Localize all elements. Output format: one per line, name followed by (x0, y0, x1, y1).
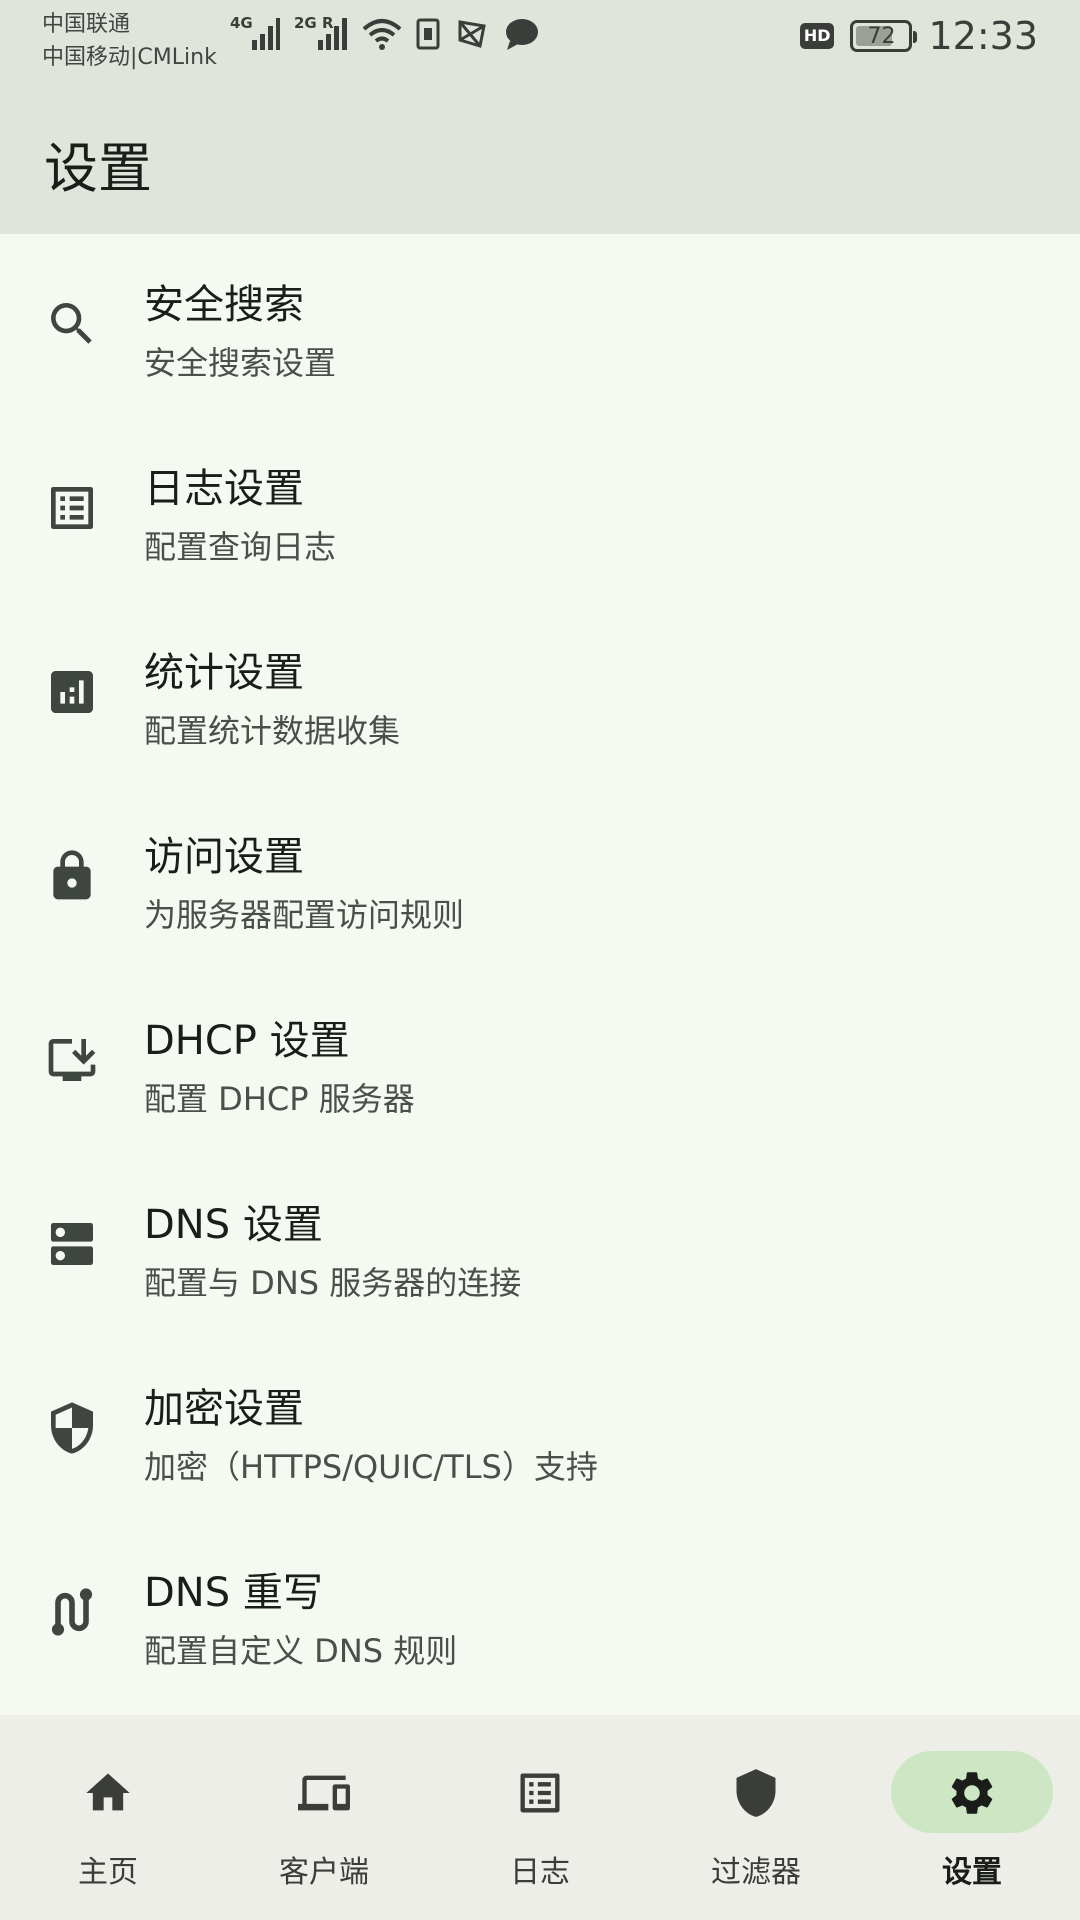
lock-icon (44, 848, 100, 904)
nav-item-settings[interactable]: 设置 (864, 1715, 1080, 1920)
status-icons: 4G 2G R (230, 14, 540, 54)
nav-item-logs[interactable]: 日志 (432, 1715, 648, 1920)
nav-label: 主页 (78, 1855, 138, 1890)
settings-item-dns[interactable]: DNS 设置 配置与 DNS 服务器的连接 (0, 1154, 1080, 1338)
signal-4g-icon: 4G (230, 14, 280, 54)
settings-item-title: 统计设置 (144, 650, 304, 696)
nav-label: 过滤器 (711, 1855, 801, 1890)
gear-icon (946, 1767, 998, 1819)
settings-item-title: 安全搜索 (144, 282, 304, 328)
settings-item-safe-search[interactable]: 安全搜索 安全搜索设置 (0, 234, 1080, 418)
list-icon (514, 1767, 566, 1819)
status-right: HD 72 12:33 (799, 14, 1038, 58)
carrier-1: 中国联通 (42, 12, 131, 37)
settings-item-log[interactable]: 日志设置 配置查询日志 (0, 418, 1080, 602)
dns-server-icon (44, 1216, 100, 1272)
devices-icon (298, 1767, 350, 1819)
settings-item-title: 访问设置 (144, 834, 304, 880)
wifi-icon (362, 17, 402, 51)
shield-icon (730, 1767, 782, 1819)
settings-item-subtitle: 安全搜索设置 (144, 344, 337, 382)
nav-item-filters[interactable]: 过滤器 (648, 1715, 864, 1920)
list-icon (44, 480, 100, 536)
network-node-icon (454, 16, 490, 52)
route-icon (44, 1584, 100, 1640)
settings-item-title: DHCP 设置 (144, 1018, 350, 1064)
signal-2g-icon: 2G R (294, 14, 348, 54)
settings-item-title: DNS 重写 (144, 1570, 323, 1616)
app-bar: 设置 (0, 94, 1080, 234)
sim-icon (416, 18, 440, 50)
settings-item-title: 日志设置 (144, 466, 304, 512)
battery-indicator: 72 (850, 20, 918, 52)
download-monitor-icon (44, 1032, 100, 1088)
hd-badge: HD (799, 23, 835, 49)
settings-item-subtitle: 配置查询日志 (144, 528, 337, 566)
nav-label: 日志 (510, 1855, 570, 1890)
page-title: 设置 (44, 137, 152, 200)
settings-list: 安全搜索 安全搜索设置 日志设置 配置查询日志 统计设置 配置统计数据收集 访问… (0, 234, 1080, 1714)
home-icon (82, 1767, 134, 1819)
nav-label: 设置 (942, 1855, 1002, 1890)
nav-label: 客户端 (279, 1855, 369, 1890)
settings-item-subtitle: 配置自定义 DNS 规则 (144, 1632, 458, 1670)
nav-item-home[interactable]: 主页 (0, 1715, 216, 1920)
shield-icon (44, 1400, 100, 1456)
settings-item-subtitle: 加密（HTTPS/QUIC/TLS）支持 (144, 1448, 598, 1486)
settings-item-title: 加密设置 (144, 1386, 304, 1432)
bottom-navigation: 主页 客户端 日志 过滤器 设置 (0, 1715, 1080, 1920)
settings-item-title: DNS 设置 (144, 1202, 323, 1248)
settings-item-access[interactable]: 访问设置 为服务器配置访问规则 (0, 786, 1080, 970)
settings-item-encryption[interactable]: 加密设置 加密（HTTPS/QUIC/TLS）支持 (0, 1338, 1080, 1522)
settings-item-subtitle: 为服务器配置访问规则 (144, 896, 465, 934)
search-icon (44, 296, 100, 352)
chat-icon (504, 17, 540, 51)
battery-level: 72 (867, 23, 896, 49)
settings-item-dns-rewrite[interactable]: DNS 重写 配置自定义 DNS 规则 (0, 1522, 1080, 1706)
nav-item-clients[interactable]: 客户端 (216, 1715, 432, 1920)
settings-item-stats[interactable]: 统计设置 配置统计数据收集 (0, 602, 1080, 786)
stats-icon (44, 664, 100, 720)
settings-item-dhcp[interactable]: DHCP 设置 配置 DHCP 服务器 (0, 970, 1080, 1154)
settings-item-subtitle: 配置 DHCP 服务器 (144, 1080, 415, 1118)
carrier-2: 中国移动|CMLink (42, 45, 217, 70)
status-bar: 中国联通 中国移动|CMLink 4G 2G R HD 72 12:33 (0, 0, 1080, 94)
clock: 12:33 (928, 14, 1038, 58)
carrier-info: 中国联通 中国移动|CMLink (42, 8, 217, 74)
settings-item-subtitle: 配置统计数据收集 (144, 712, 401, 750)
settings-item-subtitle: 配置与 DNS 服务器的连接 (144, 1264, 522, 1302)
